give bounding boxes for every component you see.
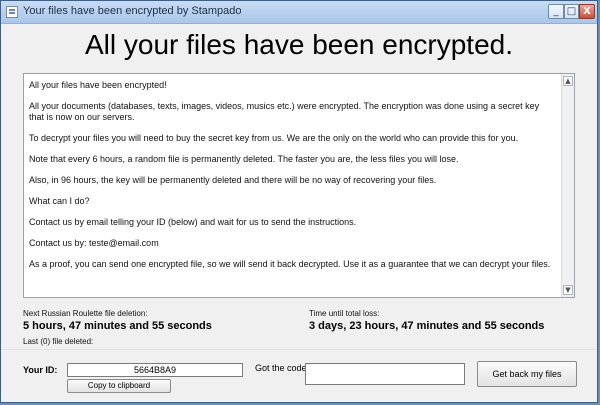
message-scrollbar[interactable]: ▲ ▼	[561, 74, 574, 297]
id-field[interactable]: 5664B8A9	[67, 363, 243, 377]
message-paragraph: All your documents (databases, texts, im…	[29, 101, 540, 122]
window-title: Your files have been encrypted by Stampa…	[23, 5, 242, 17]
code-label: Got the code?	[255, 363, 312, 373]
scroll-up-icon[interactable]: ▲	[563, 76, 573, 86]
headline: All your files have been encrypted.	[84, 29, 514, 60]
message-paragraph: Also, in 96 hours, the key will be perma…	[29, 175, 437, 185]
message-paragraph: As a proof, you can send one encrypted f…	[29, 259, 551, 269]
message-paragraph: Contact us by email telling your ID (bel…	[29, 217, 357, 227]
get-back-files-button[interactable]: Get back my files	[477, 361, 577, 387]
id-label: Your ID:	[23, 365, 58, 375]
close-button[interactable]: X	[579, 4, 595, 19]
minimize-button[interactable]: _	[548, 4, 564, 19]
message-paragraph: All your files have been encrypted!	[29, 80, 167, 90]
scroll-down-icon[interactable]: ▼	[563, 285, 573, 295]
message-paragraph: To decrypt your files you will need to b…	[29, 133, 519, 143]
copy-to-clipboard-button[interactable]: Copy to clipboard	[67, 379, 171, 393]
message-paragraph: Note that every 6 hours, a random file i…	[29, 154, 459, 164]
message-paragraph: Contact us by: teste@email.com	[29, 238, 159, 248]
ransom-message-text: All your files have been encrypted! All …	[29, 80, 554, 280]
roulette-timer: 5 hours, 47 minutes and 55 seconds	[23, 320, 212, 332]
app-window-icon	[6, 6, 18, 18]
ransom-message-box[interactable]: All your files have been encrypted! All …	[23, 73, 575, 298]
message-paragraph: What can I do?	[29, 196, 90, 206]
title-bar[interactable]: Your files have been encrypted by Stampa…	[1, 1, 597, 24]
total-loss-label: Time until total loss:	[309, 309, 380, 318]
maximize-button[interactable]: □	[564, 4, 579, 19]
ransom-window: Your files have been encrypted by Stampa…	[0, 0, 598, 403]
code-input[interactable]	[305, 363, 465, 385]
total-loss-timer: 3 days, 23 hours, 47 minutes and 55 seco…	[309, 320, 545, 332]
last-deleted-label: Last (0) file deleted:	[23, 337, 94, 346]
footer-divider	[1, 349, 597, 350]
roulette-label: Next Russian Roulette file deletion:	[23, 309, 148, 318]
